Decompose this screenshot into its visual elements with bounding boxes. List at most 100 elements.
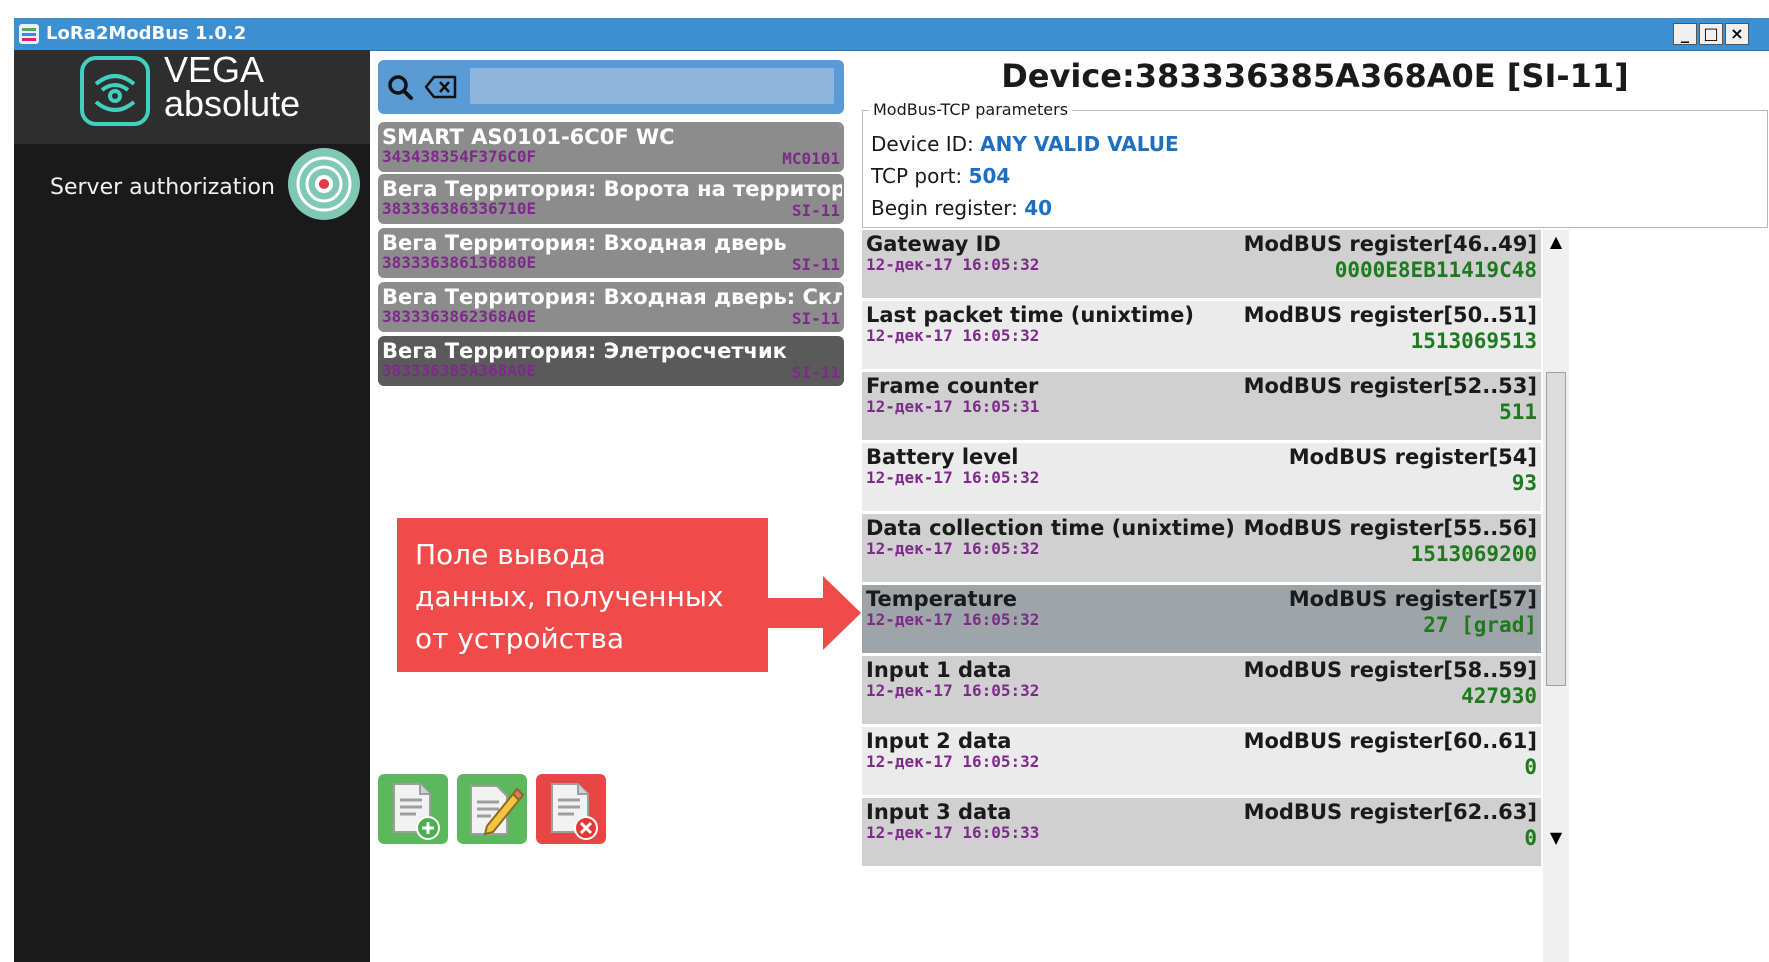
server-authorization-status-icon[interactable] — [286, 146, 362, 222]
edit-device-button[interactable] — [457, 774, 527, 844]
annotation-arrow-icon — [767, 576, 861, 650]
register-address: ModBUS register[52..53] — [1243, 374, 1537, 398]
register-timestamp: 12-дек-17 16:05:32 — [866, 681, 1040, 700]
annotation-callout: Поле вывода данных, полученных от устрой… — [397, 518, 768, 672]
register-address: ModBUS register[50..51] — [1243, 303, 1537, 327]
register-timestamp: 12-дек-17 16:05:32 — [866, 326, 1040, 345]
register-value: 27 [grad] — [1423, 613, 1537, 637]
register-address: ModBUS register[57] — [1288, 587, 1537, 611]
device-list-item[interactable]: Вега Территория: Ворота на территорию 38… — [378, 174, 844, 224]
app-icon — [19, 24, 39, 44]
close-button[interactable]: × — [1725, 23, 1749, 45]
register-value: 93 — [1511, 471, 1537, 495]
device-eui: 3833363862368A0E — [382, 307, 537, 326]
device-id-value[interactable]: ANY VALID VALUE — [980, 132, 1179, 156]
register-timestamp: 12-дек-17 16:05:32 — [866, 539, 1040, 558]
register-value: 0 — [1524, 826, 1537, 850]
tcp-port-row: TCP port: 504 — [871, 163, 1010, 189]
logo-text-absolute: absolute — [164, 83, 301, 124]
logo-area: VEGA absolute — [14, 50, 370, 144]
register-timestamp: 12-дек-17 16:05:32 — [866, 255, 1040, 274]
register-name: Input 3 data — [866, 800, 1012, 824]
device-name: SMART AS0101-6C0F WC — [382, 125, 675, 149]
register-timestamp: 12-дек-17 16:05:32 — [866, 752, 1040, 771]
register-address: ModBUS register[55..56] — [1243, 516, 1537, 540]
register-list[interactable]: Gateway ID 12-дек-17 16:05:32 ModBUS reg… — [862, 230, 1541, 962]
register-value: 427930 — [1461, 684, 1537, 708]
register-timestamp: 12-дек-17 16:05:31 — [866, 397, 1040, 416]
minimize-button[interactable]: _ — [1673, 23, 1697, 45]
register-row[interactable]: Battery level 12-дек-17 16:05:32 ModBUS … — [862, 443, 1541, 511]
register-row[interactable]: Input 2 data 12-дек-17 16:05:32 ModBUS r… — [862, 727, 1541, 795]
register-row[interactable]: Frame counter 12-дек-17 16:05:31 ModBUS … — [862, 372, 1541, 440]
title-bar[interactable]: LoRa2ModBus 1.0.2 _ □ × — [14, 18, 1769, 51]
vega-logo-icon — [80, 56, 150, 126]
scroll-up-arrow-icon[interactable]: ▲ — [1543, 230, 1569, 254]
app-window: LoRa2ModBus 1.0.2 _ □ × VEGA absolute Se… — [14, 18, 1769, 962]
clear-search-icon[interactable] — [424, 74, 458, 100]
device-type: SI-11 — [791, 201, 840, 220]
window-title: LoRa2ModBus 1.0.2 — [46, 23, 247, 44]
modbus-tcp-parameters: ModBus-TCP parameters Device ID: ANY VAL… — [862, 99, 1768, 228]
device-name: Вега Территория: Элетросчетчик — [382, 339, 787, 363]
device-id-row: Device ID: ANY VALID VALUE — [871, 131, 1179, 157]
add-device-button[interactable] — [378, 774, 448, 844]
maximize-button[interactable]: □ — [1699, 23, 1723, 45]
device-type: MC0101 — [782, 149, 840, 168]
annotation-text: Поле вывода данных, полученных от устрой… — [415, 538, 724, 655]
register-name: Input 2 data — [866, 729, 1012, 753]
register-name: Last packet time (unixtime) — [866, 303, 1194, 327]
device-id-label: Device ID: — [871, 132, 981, 156]
device-name: Вега Территория: Входная дверь: Склад — [382, 285, 842, 309]
register-timestamp: 12-дек-17 16:05:33 — [866, 823, 1040, 842]
device-type: SI-11 — [791, 309, 840, 328]
device-type: SI-11 — [791, 255, 840, 274]
register-name: Data collection time (unixtime) — [866, 516, 1235, 540]
register-name: Temperature — [866, 587, 1018, 611]
begin-register-row: Begin register: 40 — [871, 195, 1052, 221]
register-value: 511 — [1499, 400, 1537, 424]
device-list-item-selected[interactable]: Вега Территория: Элетросчетчик 383336385… — [378, 336, 844, 386]
register-name: Gateway ID — [866, 232, 1001, 256]
tcp-port-value[interactable]: 504 — [969, 164, 1011, 188]
register-list-scrollbar[interactable]: ▲ ▼ — [1543, 230, 1569, 962]
register-address: ModBUS register[60..61] — [1243, 729, 1537, 753]
search-icon[interactable] — [386, 72, 414, 102]
tcp-port-label: TCP port: — [871, 164, 969, 188]
register-row[interactable]: Input 1 data 12-дек-17 16:05:32 ModBUS r… — [862, 656, 1541, 724]
register-row[interactable]: Last packet time (unixtime) 12-дек-17 16… — [862, 301, 1541, 369]
device-eui: 343438354F376C0F — [382, 147, 537, 166]
register-row[interactable]: Data collection time (unixtime) 12-дек-1… — [862, 514, 1541, 582]
device-title: Device:383336385A368A0E [SI-11] — [1001, 57, 1629, 95]
device-name: Вега Территория: Ворота на территорию — [382, 177, 842, 201]
register-name: Battery level — [866, 445, 1019, 469]
device-search-bar — [378, 60, 844, 114]
register-address: ModBUS register[62..63] — [1243, 800, 1537, 824]
register-row[interactable]: Input 3 data 12-дек-17 16:05:33 ModBUS r… — [862, 798, 1541, 866]
device-list-item[interactable]: Вега Территория: Входная дверь: Склад 38… — [378, 282, 844, 332]
sidebar: VEGA absolute Server authorization — [14, 50, 370, 962]
register-row-highlighted[interactable]: Temperature 12-дек-17 16:05:32 ModBUS re… — [862, 585, 1541, 653]
scroll-down-arrow-icon[interactable]: ▼ — [1543, 826, 1569, 850]
device-list-item[interactable]: Вега Территория: Входная дверь 383336386… — [378, 228, 844, 278]
device-eui: 383336385A368A0E — [382, 361, 537, 380]
scroll-thumb[interactable] — [1546, 372, 1566, 686]
delete-device-button[interactable] — [536, 774, 606, 844]
register-value: 0000E8EB11419C48 — [1334, 258, 1537, 282]
params-legend: ModBus-TCP parameters — [869, 99, 1073, 121]
register-address: ModBUS register[46..49] — [1243, 232, 1537, 256]
register-address: ModBUS register[58..59] — [1243, 658, 1537, 682]
begin-register-value[interactable]: 40 — [1024, 196, 1052, 220]
register-value: 1513069200 — [1410, 542, 1537, 566]
begin-register-label: Begin register: — [871, 196, 1025, 220]
register-address: ModBUS register[54] — [1288, 445, 1537, 469]
device-name: Вега Территория: Входная дверь — [382, 231, 787, 255]
register-value: 1513069513 — [1410, 329, 1537, 353]
device-search-input[interactable] — [470, 68, 834, 104]
device-type: SI-11 — [791, 363, 840, 382]
device-list-item[interactable]: SMART AS0101-6C0F WC 343438354F376C0F MC… — [378, 122, 844, 172]
register-row[interactable]: Gateway ID 12-дек-17 16:05:32 ModBUS reg… — [862, 230, 1541, 298]
register-name: Input 1 data — [866, 658, 1012, 682]
device-eui: 383336386336710E — [382, 199, 537, 218]
server-authorization-label[interactable]: Server authorization — [50, 174, 275, 202]
